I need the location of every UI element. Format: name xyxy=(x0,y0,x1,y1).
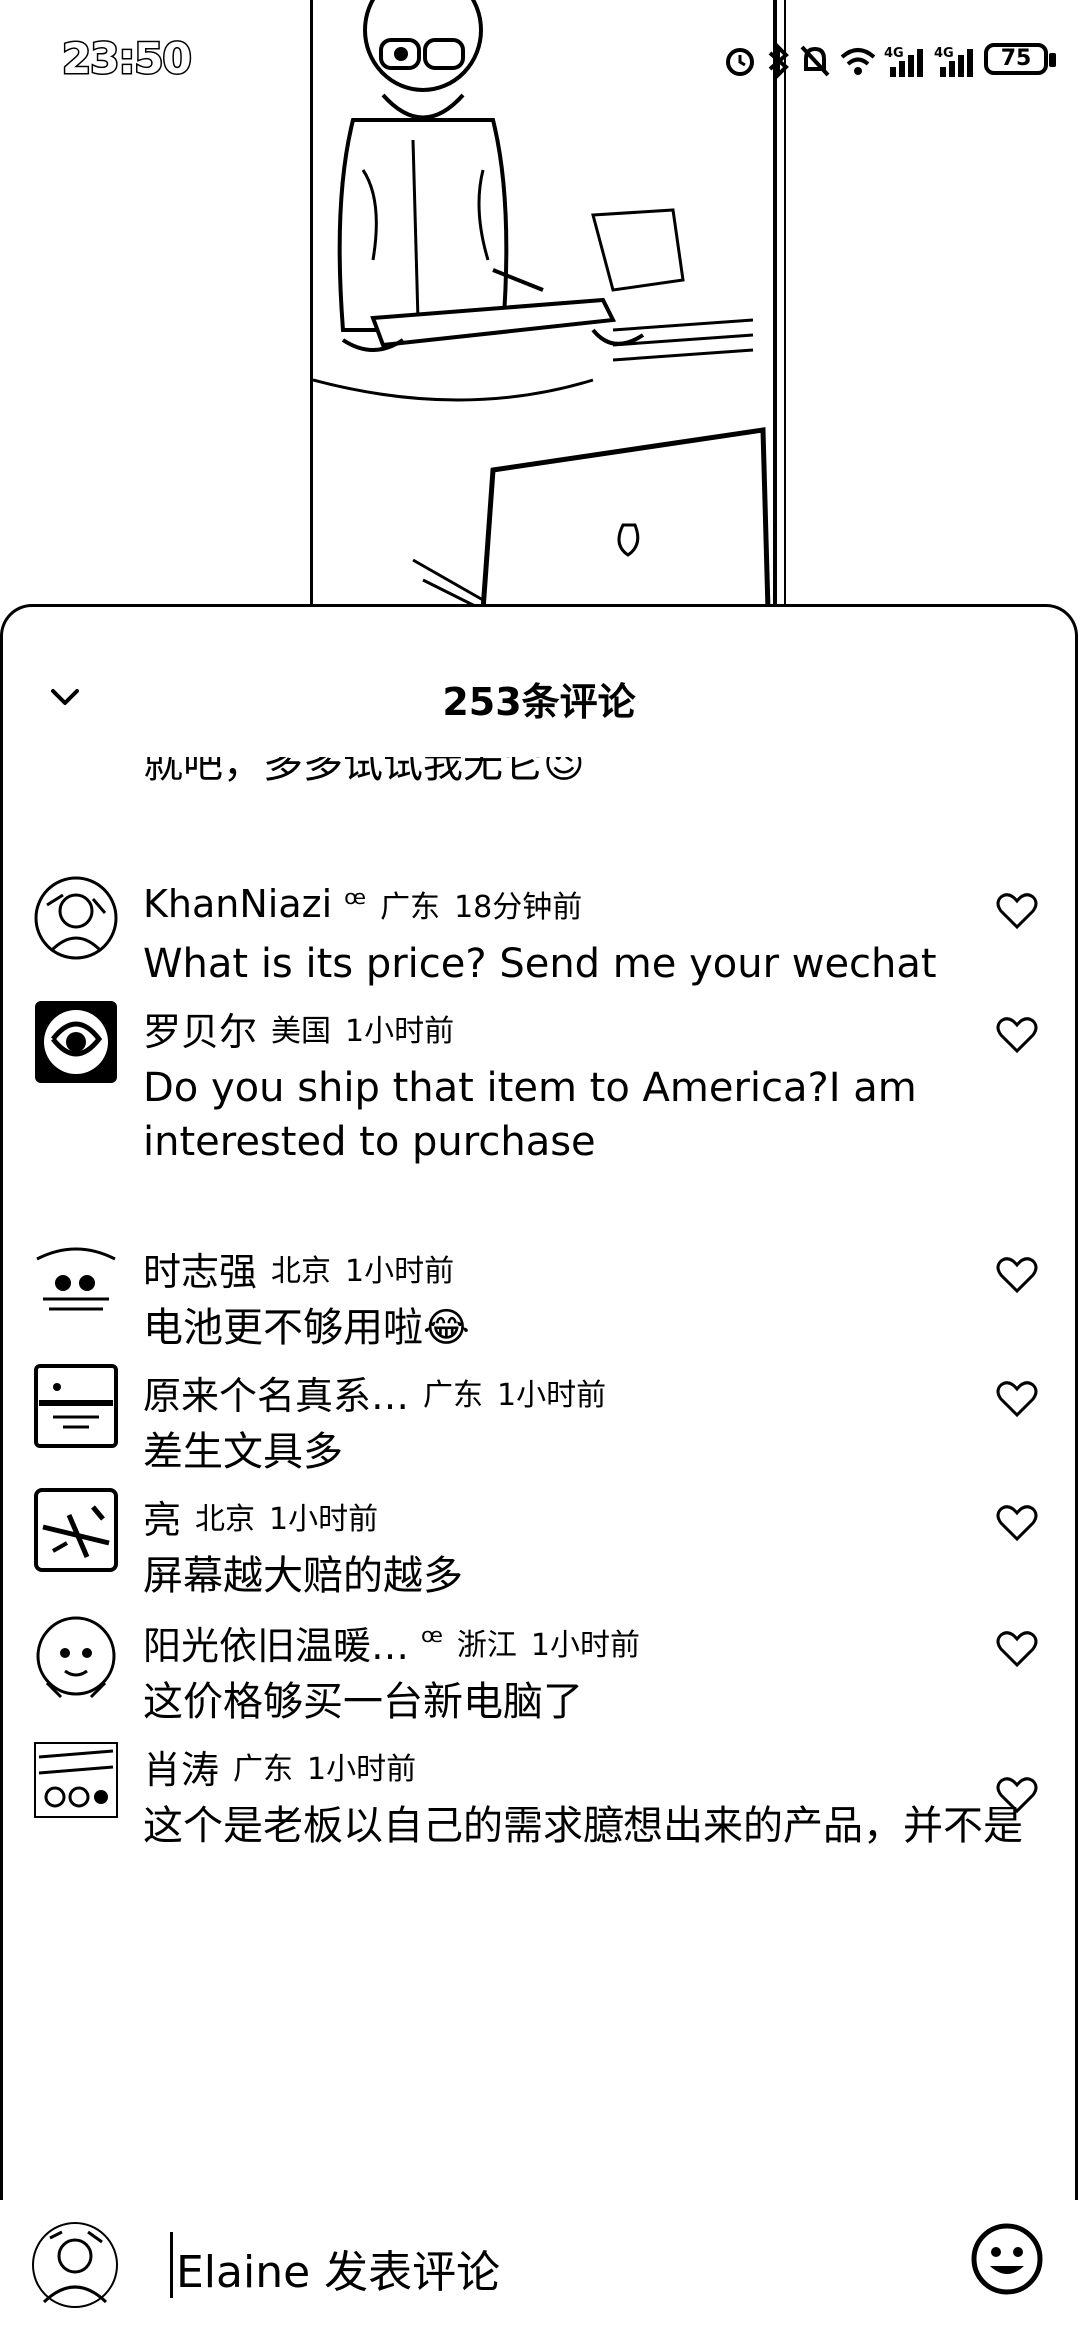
verified-badge-icon: ꟹ xyxy=(344,884,367,924)
comment-text: 电池更不够用啦😂 xyxy=(143,1305,470,1351)
location: 广东 xyxy=(423,1378,484,1413)
heart-icon[interactable] xyxy=(995,1503,1039,1543)
username[interactable]: 阳光依旧温暖… xyxy=(143,1615,409,1670)
svg-text:4G: 4G xyxy=(934,46,954,61)
status-icons: 4G 4G 75 xyxy=(722,36,1060,86)
username[interactable]: KhanNiazi xyxy=(143,882,332,926)
comment-meta: 阳光依旧温暖… ꟹ 浙江 1小时前 xyxy=(143,1615,641,1670)
location: 北京 xyxy=(271,1254,332,1289)
comment-input-bar: Elaine 发表评论 xyxy=(0,2200,1080,2340)
comment-meta: 亮 北京 1小时前 xyxy=(143,1489,379,1544)
timestamp: 1小时前 xyxy=(345,1014,455,1049)
avatar[interactable] xyxy=(33,1487,119,1573)
heart-icon[interactable] xyxy=(995,1379,1039,1419)
location: 广东 xyxy=(233,1752,294,1787)
username[interactable]: 原来个名真系… xyxy=(143,1365,409,1420)
heart-icon[interactable] xyxy=(995,1015,1039,1055)
location: 广东 xyxy=(380,890,441,925)
cut-off-comment: 就吧，多多试试我无它😉 xyxy=(143,757,603,801)
username[interactable]: 肖涛 xyxy=(143,1739,219,1794)
text-caret xyxy=(170,2232,173,2298)
timestamp: 18分钟前 xyxy=(454,890,583,925)
signal-4g-icon: 4G xyxy=(884,46,923,77)
bluetooth-icon xyxy=(768,43,789,79)
verified-badge-icon: ꟹ xyxy=(421,1622,443,1662)
avatar[interactable] xyxy=(33,1239,119,1325)
signal-4g-icon: 4G xyxy=(934,46,973,77)
timestamp: 1小时前 xyxy=(530,1628,641,1663)
comment-meta: 时志强 北京 1小时前 xyxy=(143,1241,455,1296)
comment-meta: 罗贝尔 美国 1小时前 xyxy=(143,1001,455,1056)
timestamp: 1小时前 xyxy=(307,1752,417,1787)
timestamp: 1小时前 xyxy=(345,1254,455,1289)
mute-icon xyxy=(800,45,830,77)
comment-meta: KhanNiazi ꟹ 广东 18分钟前 xyxy=(143,879,582,929)
comment-meta: 肖涛 广东 1小时前 xyxy=(143,1739,417,1794)
battery-icon: 75 xyxy=(984,43,1060,79)
heart-icon[interactable] xyxy=(995,1629,1039,1669)
location: 美国 xyxy=(271,1014,332,1049)
cut-off-comment-text: 就吧，多多试试我无它😉 xyxy=(143,757,585,787)
comment-meta: 原来个名真系… 广东 1小时前 xyxy=(143,1365,607,1420)
avatar[interactable] xyxy=(33,875,119,961)
timestamp: 1小时前 xyxy=(269,1502,379,1537)
location: 北京 xyxy=(195,1502,256,1537)
smiley-icon[interactable] xyxy=(970,2222,1044,2296)
heart-icon[interactable] xyxy=(995,1255,1039,1295)
status-time: 23:50 xyxy=(61,33,194,85)
username[interactable]: 时志强 xyxy=(143,1241,257,1296)
my-avatar[interactable] xyxy=(30,2220,120,2310)
comment-text: 这个是老板以自己的需求臆想出来的产品，并不是用户的需求，高端用户别说用笔记本，就… xyxy=(143,1803,1023,1849)
heart-icon[interactable] xyxy=(995,891,1039,931)
status-bar: 23:50 4G 4G 75 xyxy=(0,0,1080,120)
wifi-icon xyxy=(840,48,876,75)
comment-text: 屏幕越大赔的越多 xyxy=(143,1553,463,1599)
username[interactable]: 罗贝尔 xyxy=(143,1001,257,1056)
comment-item[interactable]: 肖涛 广东 1小时前 这个是老板以自己的需求臆想出来的产品，并不是用户的需求，高… xyxy=(3,1737,1075,1857)
heart-icon[interactable] xyxy=(995,1775,1039,1815)
location: 浙江 xyxy=(456,1628,517,1663)
comment-count-title: 253条评论 xyxy=(442,680,636,724)
comment-text: Do you ship that item to America?I am in… xyxy=(143,1065,917,1165)
sheet-header: 253条评论 xyxy=(3,607,1075,724)
alarm-icon xyxy=(726,48,754,76)
comment-text: What is its price? Send me your wechat xyxy=(143,941,937,987)
comment-item[interactable]: 罗贝尔 美国 1小时前 Do you ship that item to Ame… xyxy=(3,999,1075,1169)
comments-sheet: 253条评论 就吧，多多试试我无它😉 KhanNiazi ꟹ 广东 18分钟前 … xyxy=(0,604,1078,2340)
avatar[interactable] xyxy=(33,1737,119,1823)
avatar[interactable] xyxy=(33,1363,119,1449)
avatar[interactable] xyxy=(33,999,119,1085)
avatar[interactable] xyxy=(33,1613,119,1699)
comment-input[interactable]: Elaine 发表评论 xyxy=(176,2236,500,2300)
battery-level: 75 xyxy=(1000,46,1032,71)
timestamp: 1小时前 xyxy=(497,1378,607,1413)
svg-text:4G: 4G xyxy=(884,46,904,61)
username[interactable]: 亮 xyxy=(143,1489,181,1544)
comment-text: 差生文具多 xyxy=(143,1429,343,1475)
comment-text: 这价格够买一台新电脑了 xyxy=(143,1679,583,1725)
